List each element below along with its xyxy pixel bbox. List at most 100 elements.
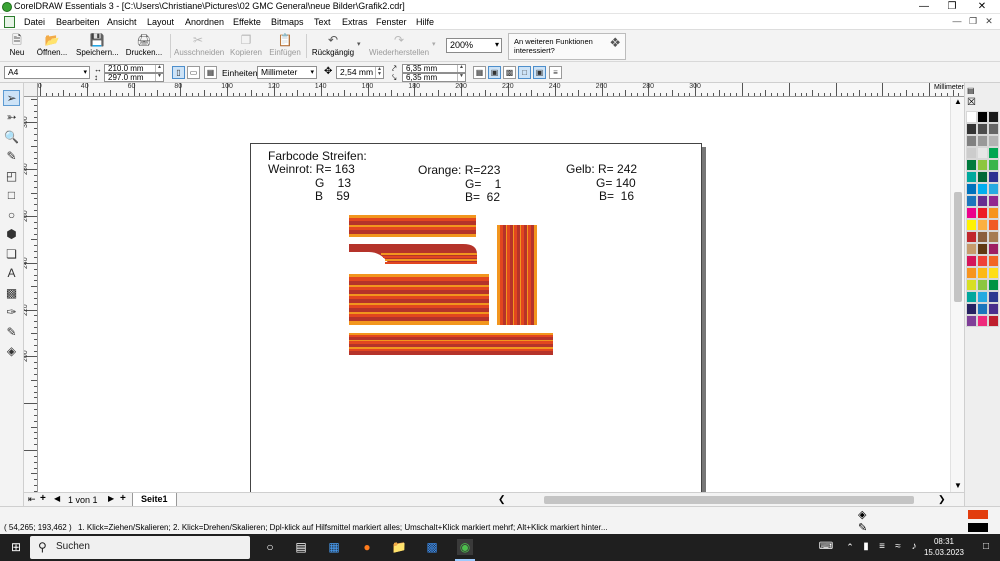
color-swatch[interactable] (977, 219, 988, 231)
stripe[interactable] (385, 262, 477, 264)
spinner-icon[interactable]: ▼ (155, 74, 163, 81)
color-swatch[interactable] (966, 279, 977, 291)
color-swatch[interactable] (988, 303, 999, 315)
color-swatch[interactable] (977, 231, 988, 243)
stripe[interactable] (521, 225, 524, 325)
color-swatch[interactable] (966, 123, 977, 135)
stripe[interactable] (349, 218, 476, 221)
wifi-icon[interactable]: ≈ (890, 539, 906, 555)
minimize-button[interactable]: — (910, 0, 938, 14)
color-swatch[interactable] (988, 207, 999, 219)
open-button[interactable]: 📂 Öffnen... (32, 32, 72, 60)
color-swatch[interactable] (988, 111, 999, 123)
close-button[interactable]: ✕ (968, 0, 996, 14)
color-swatch[interactable] (977, 279, 988, 291)
scroll-up-icon[interactable]: ▲ (954, 97, 962, 106)
pick-tool-icon[interactable]: ➢ (3, 90, 20, 106)
ellipse-tool-icon[interactable]: ○ (3, 208, 20, 224)
stripe[interactable] (531, 225, 534, 325)
paste-button[interactable]: 📋 Einfügen (268, 32, 302, 60)
stripe[interactable] (513, 225, 514, 325)
color-swatch[interactable] (966, 219, 977, 231)
stripe[interactable] (349, 305, 489, 308)
stripe[interactable] (349, 287, 489, 290)
menu-hilfe[interactable]: Hilfe (416, 17, 434, 27)
fill-tool-icon[interactable]: ◈ (3, 344, 20, 360)
windows-start-icon[interactable]: ⊞ (8, 539, 24, 555)
menu-fenster[interactable]: Fenster (376, 17, 407, 27)
document-icon[interactable] (4, 16, 15, 28)
stripe[interactable] (349, 299, 489, 303)
color-swatch[interactable] (966, 315, 977, 327)
stripe[interactable] (497, 225, 500, 325)
color-swatch[interactable] (977, 243, 988, 255)
vertical-scrollbar[interactable]: ▲ ▼ (950, 97, 964, 492)
store-icon[interactable]: ▩ (424, 539, 440, 555)
palette-menu-icon[interactable]: ▤ (967, 86, 975, 95)
color-swatch[interactable] (977, 255, 988, 267)
color-swatch[interactable] (966, 255, 977, 267)
dynamic-guides-icon[interactable]: ▣ (533, 66, 546, 79)
spinner-icon[interactable]: ▲ ▼ (375, 67, 383, 78)
stripe[interactable] (517, 225, 520, 325)
text-tool-icon[interactable]: A (3, 266, 20, 282)
battery-icon[interactable]: ▮ (858, 539, 874, 555)
stripe[interactable] (349, 321, 489, 325)
color-swatch[interactable] (966, 171, 977, 183)
undo-dropdown-icon[interactable]: ▾ (357, 40, 361, 48)
color-swatch[interactable] (977, 267, 988, 279)
drawing-canvas[interactable]: Farbcode Streifen: Weinrot: R= 163 G 13 … (38, 97, 950, 492)
keyboard-icon[interactable]: ⌨ (818, 539, 834, 555)
vertical-scroll-thumb[interactable] (954, 192, 962, 302)
stripe[interactable] (349, 347, 553, 349)
color-swatch[interactable] (988, 231, 999, 243)
color-swatch[interactable] (977, 195, 988, 207)
stripe[interactable] (349, 227, 476, 230)
color-swatch[interactable] (977, 171, 988, 183)
page-size-select[interactable]: A4 ▾ (4, 66, 90, 79)
restore-button[interactable]: ❐ (938, 0, 966, 14)
color-swatch[interactable] (977, 207, 988, 219)
color-swatch[interactable] (966, 147, 977, 159)
file-explorer-icon[interactable]: 📁 (391, 539, 407, 555)
all-pages-button[interactable]: ▦ (204, 66, 217, 79)
color-swatch[interactable] (988, 291, 999, 303)
taskbar-search[interactable]: ⚲ Suchen (30, 536, 250, 559)
doc-close-button[interactable]: ✕ (982, 16, 996, 28)
color-swatch[interactable] (966, 303, 977, 315)
stripe[interactable] (349, 230, 476, 234)
new-button[interactable]: 🗎 Neu (4, 32, 30, 60)
doc-minimize-button[interactable]: — (950, 16, 964, 28)
rectangle-tool-icon[interactable]: □ (3, 188, 20, 204)
stripe[interactable] (349, 349, 553, 351)
fill-color-swatch[interactable] (968, 510, 988, 519)
stripe[interactable] (349, 341, 553, 344)
color-swatch[interactable] (966, 207, 977, 219)
scroll-right-icon[interactable]: ❯ (938, 494, 946, 505)
stripe[interactable] (349, 281, 489, 285)
stripe[interactable] (506, 225, 507, 325)
stripe[interactable] (349, 277, 489, 281)
network-icon[interactable]: ≡ (874, 539, 890, 555)
stripe[interactable] (349, 340, 553, 341)
stripe[interactable] (503, 225, 506, 325)
align-icon[interactable]: ≡ (549, 66, 562, 79)
stripe[interactable] (349, 317, 489, 321)
interactive-tool-icon[interactable]: ▩ (3, 286, 20, 302)
color-swatch[interactable] (988, 183, 999, 195)
stripe[interactable] (349, 234, 476, 237)
color-swatch[interactable] (988, 135, 999, 147)
menu-bitmaps[interactable]: Bitmaps (271, 17, 304, 27)
upgrade-hint-box[interactable]: An weiteren Funktionen interessiert? ❖ (508, 33, 626, 60)
color-swatch[interactable] (966, 243, 977, 255)
zoom-tool-icon[interactable]: 🔍 (3, 130, 20, 146)
outline-color-swatch[interactable] (968, 523, 988, 532)
duplicate-x-field[interactable]: 6,35 mm ▲ (402, 64, 466, 73)
stripe[interactable] (349, 274, 489, 277)
color-swatch[interactable] (966, 291, 977, 303)
menu-extras[interactable]: Extras (342, 17, 368, 27)
stripe[interactable] (385, 259, 477, 261)
color-swatch[interactable] (988, 159, 999, 171)
smart-fill-tool-icon[interactable]: ◰ (3, 169, 20, 185)
grid-icon[interactable]: ▦ (473, 66, 486, 79)
